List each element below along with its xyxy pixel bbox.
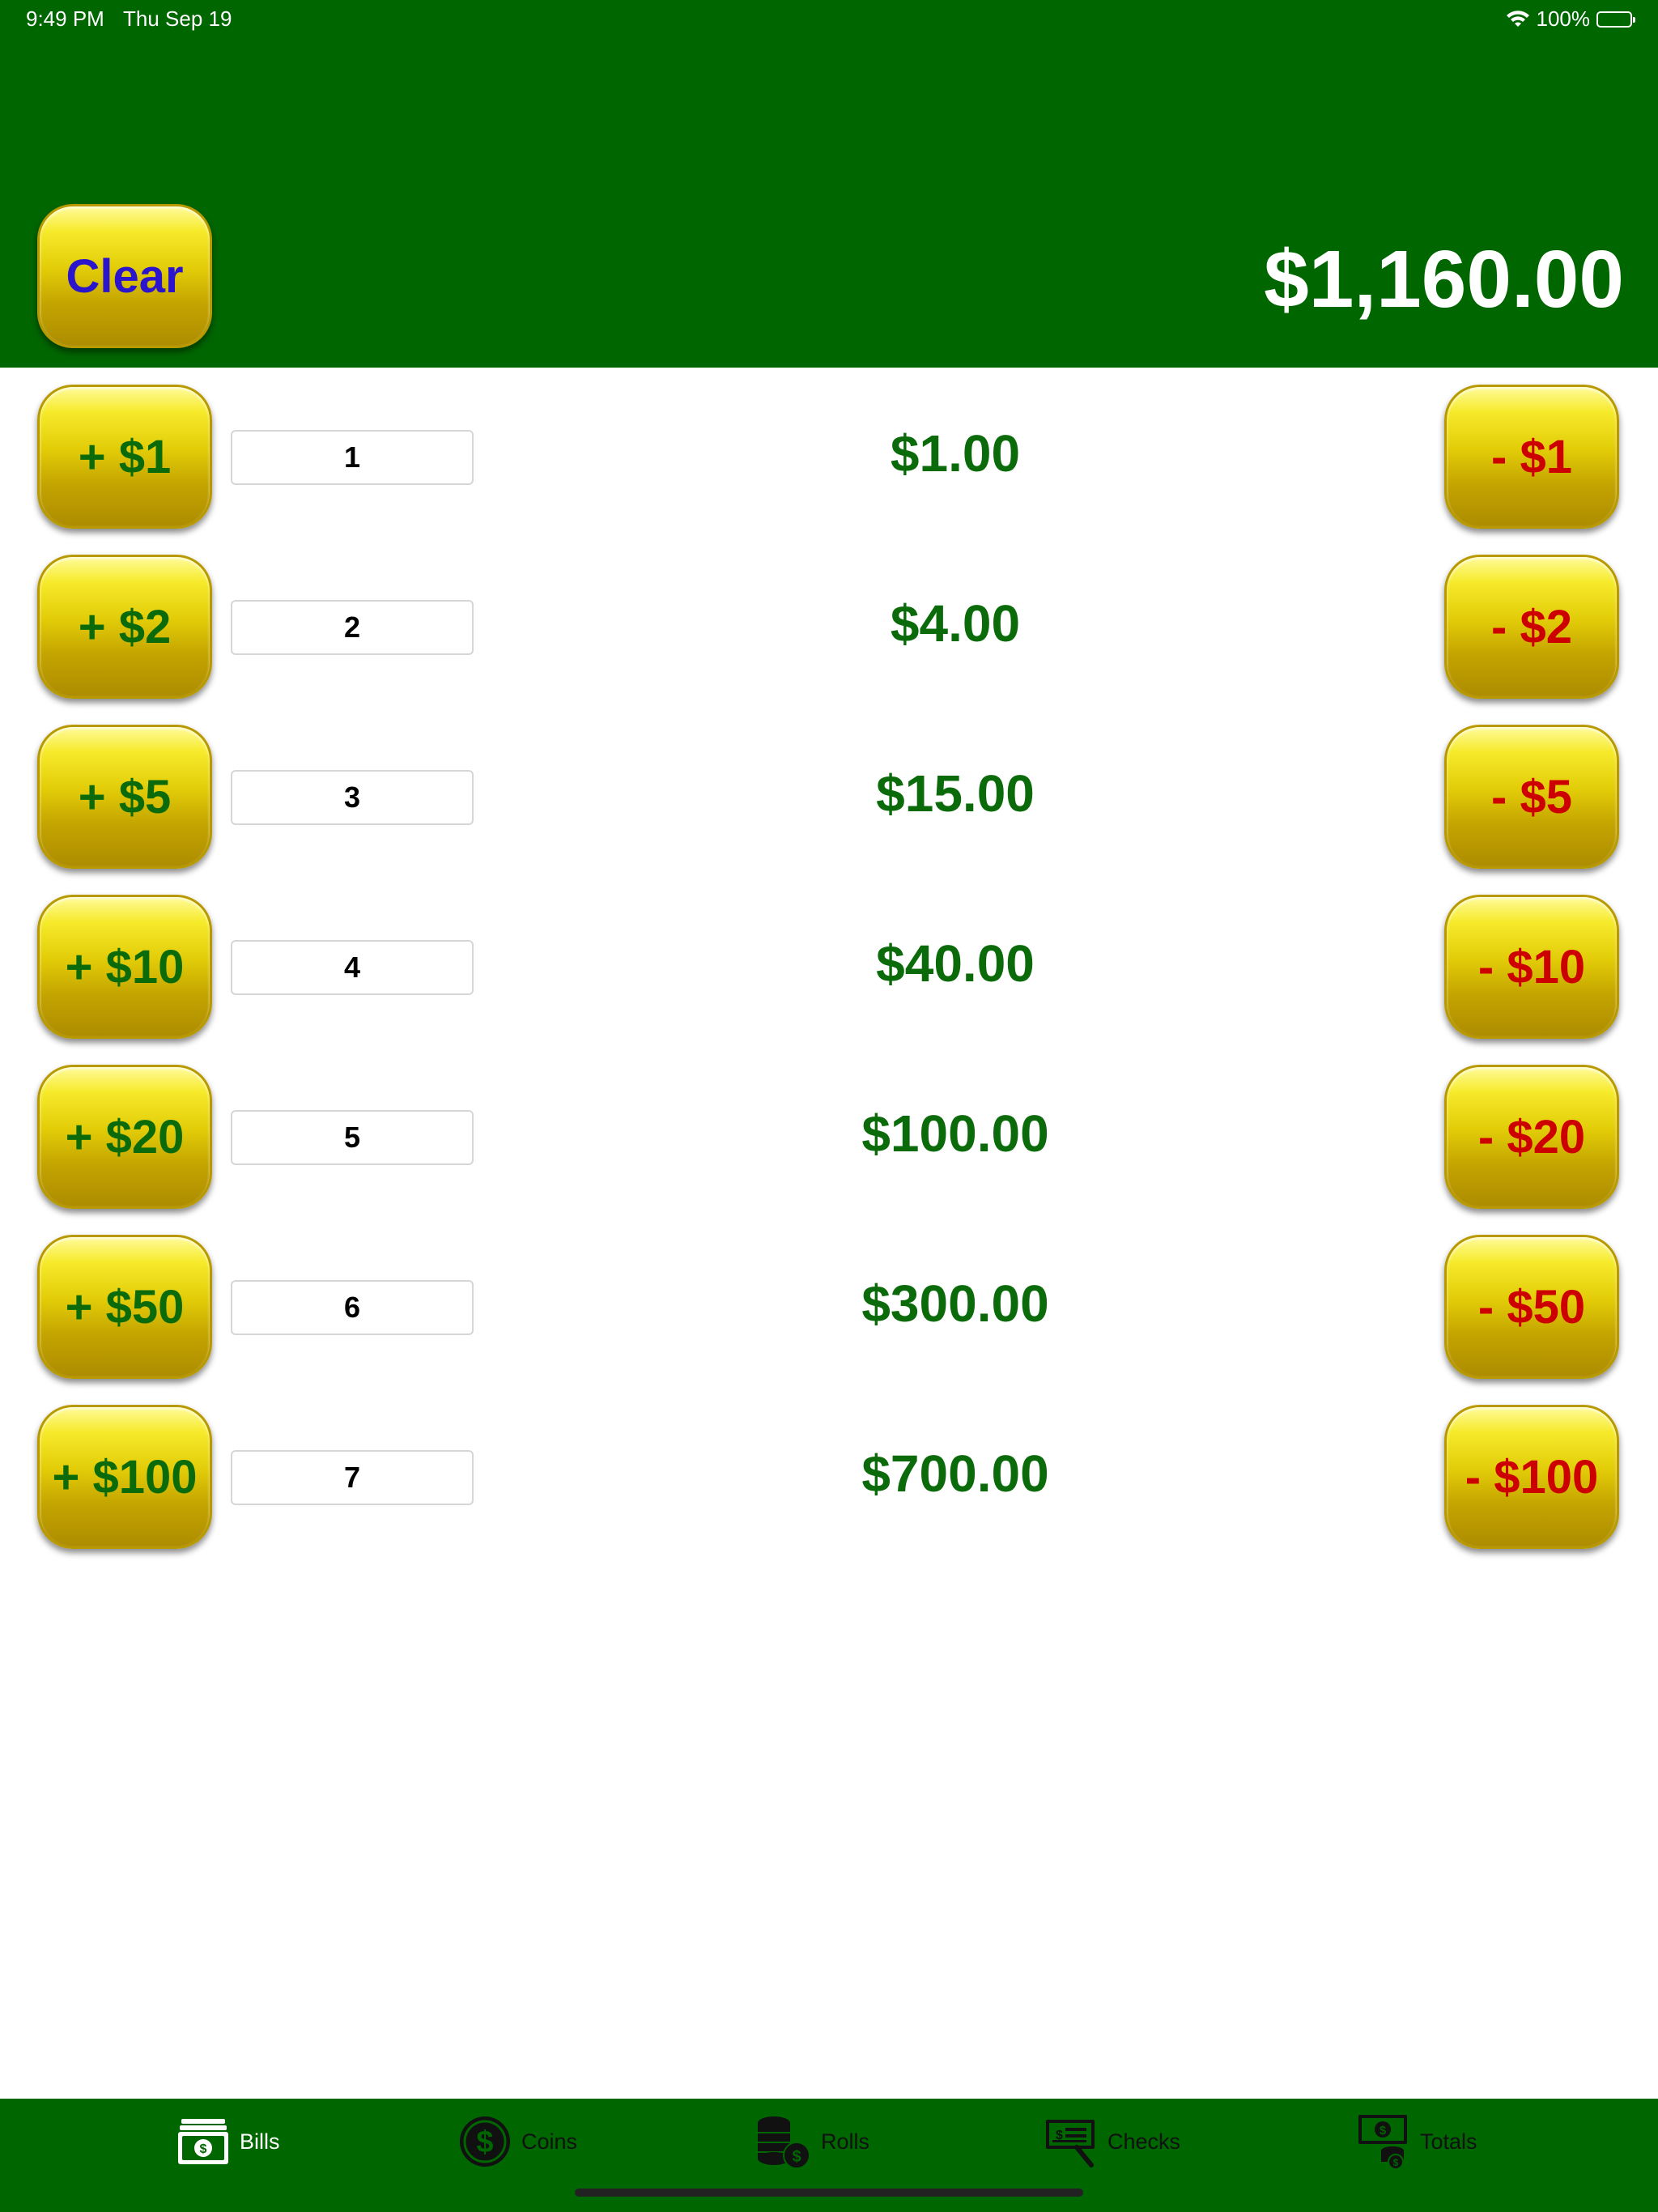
- count-field[interactable]: 4: [231, 940, 474, 995]
- battery-percent: 100%: [1536, 6, 1591, 31]
- bill-row: + $5 3 $15.00 - $5: [0, 725, 1658, 870]
- bill-row: + $10 4 $40.00 - $10: [0, 895, 1658, 1040]
- home-indicator[interactable]: [575, 2189, 1083, 2197]
- svg-text:$: $: [792, 2148, 801, 2166]
- subtract-10-button[interactable]: - $10: [1444, 895, 1619, 1039]
- status-date: Thu Sep 19: [123, 6, 232, 31]
- row-amount: $1.00: [890, 424, 1021, 483]
- bill-row: + $100 7 $700.00 - $100: [0, 1405, 1658, 1551]
- add-5-button[interactable]: + $5: [37, 725, 212, 869]
- bills-icon: $: [178, 2119, 228, 2164]
- tab-checks[interactable]: $ Checks: [1044, 2113, 1180, 2170]
- count-field[interactable]: 5: [231, 1110, 474, 1165]
- add-10-button[interactable]: + $10: [37, 895, 212, 1039]
- svg-text:$: $: [476, 2125, 493, 2159]
- svg-text:$: $: [1380, 2124, 1387, 2138]
- count-field[interactable]: 2: [231, 600, 474, 655]
- tab-label: Totals: [1420, 2129, 1477, 2154]
- row-amount: $15.00: [876, 764, 1035, 823]
- bill-row: + $2 2 $4.00 - $2: [0, 555, 1658, 700]
- bill-row: + $50 6 $300.00 - $50: [0, 1235, 1658, 1380]
- rolls-icon: $: [758, 2116, 810, 2169]
- subtract-50-button[interactable]: - $50: [1444, 1235, 1619, 1379]
- row-amount: $300.00: [861, 1274, 1049, 1333]
- header-bar: Clear $1,160.00: [0, 0, 1658, 368]
- svg-text:$: $: [200, 2142, 207, 2156]
- tab-label: Bills: [240, 2129, 280, 2154]
- status-bar: 9:49 PM Thu Sep 19 100%: [0, 0, 1658, 39]
- add-100-button[interactable]: + $100: [37, 1405, 212, 1549]
- subtract-100-button[interactable]: - $100: [1444, 1405, 1619, 1549]
- add-20-button[interactable]: + $20: [37, 1065, 212, 1209]
- add-50-button[interactable]: + $50: [37, 1235, 212, 1379]
- tab-coins[interactable]: $ Coins: [458, 2113, 577, 2170]
- tab-label: Coins: [521, 2129, 578, 2154]
- row-amount: $100.00: [861, 1104, 1049, 1163]
- checks-icon: $: [1046, 2120, 1095, 2167]
- bill-row: + $1 1 $1.00 - $1: [0, 385, 1658, 530]
- wifi-icon: [1506, 10, 1529, 27]
- tab-label: Checks: [1107, 2129, 1181, 2154]
- row-amount: $700.00: [861, 1444, 1049, 1503]
- tab-rolls[interactable]: $ Rolls: [755, 2113, 869, 2170]
- status-time: 9:49 PM: [26, 6, 104, 31]
- row-amount: $40.00: [876, 934, 1035, 993]
- subtract-2-button[interactable]: - $2: [1444, 555, 1619, 699]
- clear-button[interactable]: Clear: [37, 204, 212, 348]
- add-1-button[interactable]: + $1: [37, 385, 212, 529]
- tab-totals[interactable]: $ $ Totals: [1357, 2113, 1477, 2170]
- battery-icon: [1596, 11, 1635, 28]
- count-field[interactable]: 3: [231, 770, 474, 825]
- row-amount: $4.00: [890, 594, 1021, 653]
- subtract-20-button[interactable]: - $20: [1444, 1065, 1619, 1209]
- coins-icon: $: [460, 2116, 510, 2167]
- subtract-1-button[interactable]: - $1: [1444, 385, 1619, 529]
- subtract-5-button[interactable]: - $5: [1444, 725, 1619, 869]
- count-field[interactable]: 6: [231, 1280, 474, 1335]
- totals-icon: $ $: [1358, 2115, 1407, 2170]
- status-indicators: 100%: [1506, 6, 1635, 32]
- grand-total: $1,160.00: [1264, 234, 1624, 325]
- svg-text:$: $: [1393, 2157, 1399, 2168]
- count-field[interactable]: 1: [231, 430, 474, 485]
- tab-bills[interactable]: $ Bills: [176, 2113, 280, 2170]
- bill-row: + $20 5 $100.00 - $20: [0, 1065, 1658, 1210]
- count-field[interactable]: 7: [231, 1450, 474, 1505]
- tab-label: Rolls: [821, 2129, 870, 2154]
- add-2-button[interactable]: + $2: [37, 555, 212, 699]
